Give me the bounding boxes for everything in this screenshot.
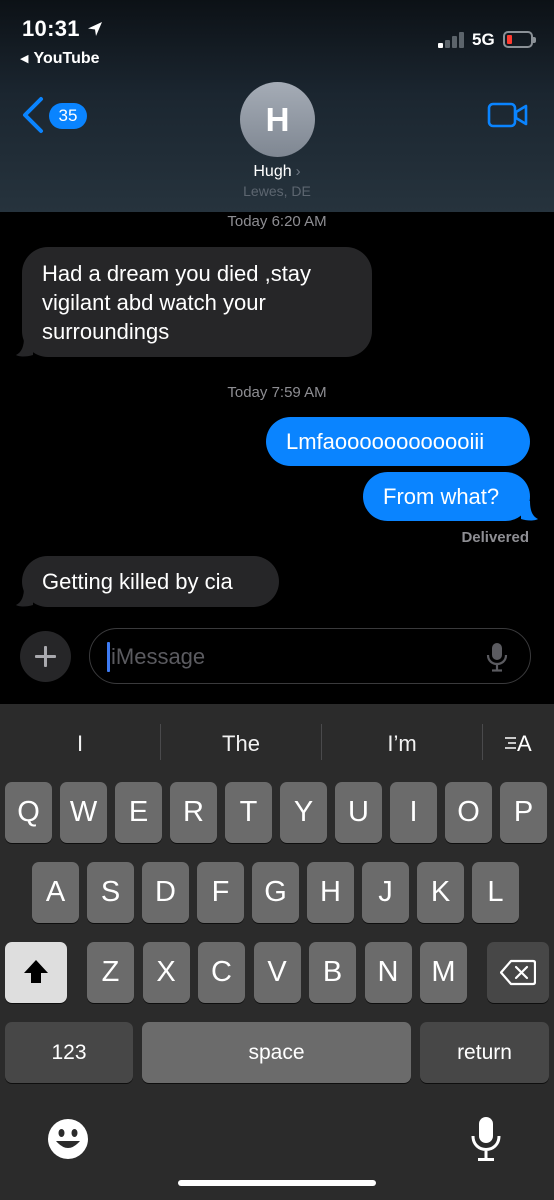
key-y[interactable]: Y [280, 782, 327, 843]
key-r[interactable]: R [170, 782, 217, 843]
keyboard: I The I’m A QWERTYUIOP ASDFGHJKL ZXCVBNM… [0, 704, 554, 1200]
signal-bars-icon [438, 32, 466, 48]
key-p[interactable]: P [500, 782, 547, 843]
video-camera-icon[interactable] [487, 100, 529, 130]
key-q[interactable]: Q [5, 782, 52, 843]
message-text-line: Had a dream you died ,stay [42, 260, 312, 286]
incoming-message-bubble[interactable]: Had a dream you died ,stay vigilant abd … [22, 247, 372, 357]
key-g[interactable]: G [252, 862, 299, 923]
unread-count-badge[interactable]: 35 [49, 103, 87, 129]
emoji-icon[interactable] [47, 1118, 89, 1160]
suggestion-3[interactable]: I’m [322, 726, 482, 762]
contact-name-row[interactable]: Hugh › [0, 163, 554, 181]
dictation-mic-icon[interactable] [470, 1116, 502, 1162]
key-u[interactable]: U [335, 782, 382, 843]
key-c[interactable]: C [198, 942, 245, 1003]
back-triangle-icon: ◀ [20, 53, 29, 65]
key-e[interactable]: E [115, 782, 162, 843]
key-o[interactable]: O [445, 782, 492, 843]
message-text-line: surroundings [42, 318, 170, 344]
conversation-header: 10:31 ◀ YouTube 5G 35 H Hugh › Lewes, DE [0, 0, 554, 212]
contact-name: Hugh [253, 163, 292, 180]
space-key[interactable]: space [142, 1022, 411, 1083]
key-x[interactable]: X [142, 942, 190, 1003]
location-arrow-icon [88, 22, 102, 36]
key-s[interactable]: S [87, 862, 134, 923]
bubble-tail [16, 337, 33, 357]
plus-icon[interactable] [20, 631, 71, 682]
key-l[interactable]: L [472, 862, 519, 923]
shift-icon[interactable] [5, 942, 67, 1003]
format-label: A [517, 731, 532, 756]
home-indicator [178, 1180, 376, 1186]
back-to-app-link[interactable]: ◀ YouTube [20, 50, 100, 68]
key-j[interactable]: J [362, 862, 409, 923]
delivered-status: Delivered [461, 529, 529, 546]
key-k[interactable]: K [417, 862, 464, 923]
text-format-icon[interactable]: A [505, 731, 535, 757]
contact-location: Lewes, DE [243, 183, 311, 199]
return-key[interactable]: return [420, 1022, 549, 1083]
key-b[interactable]: B [309, 942, 356, 1003]
timestamp: Today 7:59 AM [227, 384, 327, 401]
suggestion-2[interactable]: The [161, 726, 321, 762]
timestamp: Today 6:20 AM [227, 213, 327, 230]
key-z[interactable]: Z [87, 942, 134, 1003]
key-a[interactable]: A [32, 862, 79, 923]
message-text-line: vigilant abd watch your [42, 289, 266, 315]
numbers-key[interactable]: 123 [5, 1022, 133, 1083]
key-v[interactable]: V [253, 942, 301, 1003]
bubble-tail [521, 501, 538, 521]
contact-avatar[interactable]: H [240, 82, 315, 157]
suggestion-1[interactable]: I [0, 726, 160, 762]
key-i[interactable]: I [390, 782, 437, 843]
chevron-left-icon[interactable] [20, 96, 46, 134]
back-app-label: YouTube [33, 50, 100, 67]
outgoing-message-bubble[interactable]: From what? [363, 472, 530, 521]
imessage-input-field[interactable] [89, 628, 531, 684]
network-type: 5G [472, 30, 495, 49]
backspace-icon[interactable] [487, 942, 549, 1003]
key-h[interactable]: H [307, 862, 354, 923]
incoming-message-bubble[interactable]: Getting killed by cia [22, 556, 279, 607]
status-time: 10:31 [22, 16, 80, 41]
outgoing-message-bubble[interactable]: Lmfaoooooooooooiii [266, 417, 530, 466]
message-text: Lmfaoooooooooooiii [286, 429, 485, 454]
message-text: From what? [383, 484, 500, 509]
key-f[interactable]: F [197, 862, 244, 923]
text-caret [107, 642, 110, 672]
bubble-tail [16, 587, 33, 607]
key-m[interactable]: M [420, 942, 467, 1003]
key-t[interactable]: T [225, 782, 272, 843]
message-text: Getting killed by cia [42, 569, 233, 594]
suggestion-divider [482, 724, 483, 760]
chevron-right-icon: › [295, 163, 301, 180]
key-n[interactable]: N [364, 942, 412, 1003]
key-w[interactable]: W [60, 782, 107, 843]
message-input[interactable] [111, 639, 471, 675]
key-d[interactable]: D [142, 862, 189, 923]
microphone-icon[interactable] [486, 642, 508, 672]
battery-low-icon [503, 31, 536, 48]
